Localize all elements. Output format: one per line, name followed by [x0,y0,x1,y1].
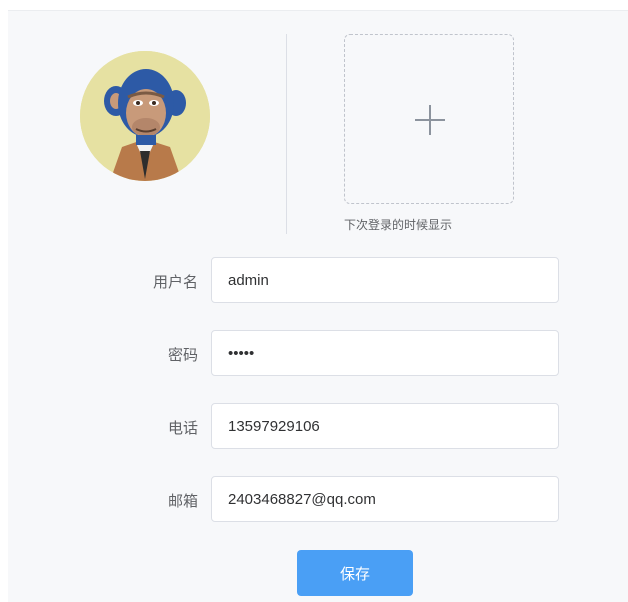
form-row-phone: 电话 [0,403,628,449]
save-button[interactable]: 保存 [297,550,413,596]
password-label: 密码 [167,346,198,364]
password-input[interactable] [211,330,559,376]
upload-hint: 下次登录的时候显示 [344,218,453,232]
ape-avatar-icon [80,51,210,181]
form-row-password: 密码 [0,330,628,376]
phone-label: 电话 [167,419,198,437]
username-input[interactable] [211,257,559,303]
vertical-divider [286,34,287,234]
phone-input[interactable] [211,403,559,449]
user-avatar [80,51,210,181]
form-row-username: 用户名 [0,257,628,303]
username-label: 用户名 [152,273,198,291]
form-row-email: 邮箱 [0,476,628,522]
email-label: 邮箱 [167,492,198,510]
plus-icon [415,105,445,135]
image-upload-box[interactable] [344,34,514,204]
email-input[interactable] [211,476,559,522]
